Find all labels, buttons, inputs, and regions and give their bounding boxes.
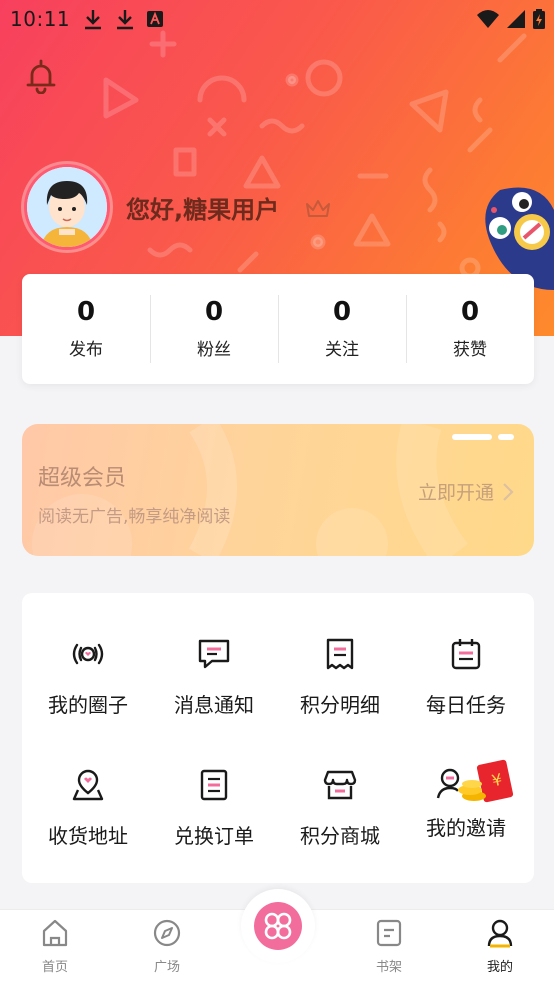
carousel-indicator bbox=[452, 434, 514, 440]
battery-charging-icon bbox=[533, 9, 545, 29]
tab-label: 广场 bbox=[153, 960, 180, 975]
stat-value: 0 bbox=[204, 297, 224, 327]
stat-label: 获赞 bbox=[453, 340, 487, 360]
stat-following[interactable]: 0 关注 bbox=[278, 295, 406, 363]
vip-title: 超级会员 bbox=[38, 466, 127, 491]
stat-likes[interactable]: 0 获赞 bbox=[406, 295, 534, 363]
menu-label: 积分明细 bbox=[300, 693, 380, 717]
profile-icon bbox=[487, 919, 513, 948]
message-icon bbox=[198, 639, 230, 669]
menu-item-notifications[interactable]: 消息通知 bbox=[150, 637, 278, 737]
app-notification-icon bbox=[147, 11, 163, 27]
stat-value: 0 bbox=[460, 297, 480, 327]
user-avatar[interactable] bbox=[24, 164, 110, 250]
menu-item-daily-tasks[interactable]: 每日任务 bbox=[402, 637, 530, 737]
store-icon bbox=[323, 770, 357, 800]
stat-posts[interactable]: 0 发布 bbox=[22, 295, 150, 363]
tab-mine[interactable]: 我的 bbox=[460, 918, 540, 975]
center-app-background bbox=[254, 902, 302, 950]
location-icon bbox=[72, 769, 104, 801]
tab-label: 我的 bbox=[486, 960, 513, 975]
stat-value: 0 bbox=[332, 297, 352, 327]
avatar-illustration bbox=[27, 167, 107, 247]
center-app-button[interactable] bbox=[241, 889, 315, 963]
compass-icon bbox=[153, 919, 181, 947]
menu-label: 我的圈子 bbox=[48, 693, 128, 717]
vip-open-label: 立即开通 bbox=[417, 482, 494, 504]
wifi-icon bbox=[477, 10, 499, 28]
menu-label: 我的邀请 bbox=[426, 816, 506, 840]
menu-item-shipping-address[interactable]: 收货地址 bbox=[24, 768, 152, 868]
menu-label: 兑换订单 bbox=[174, 824, 254, 848]
download-icon bbox=[117, 10, 133, 30]
circle-broadcast-icon bbox=[72, 643, 104, 665]
menu-item-my-circle[interactable]: 我的圈子 bbox=[24, 637, 152, 737]
menu-label: 每日任务 bbox=[426, 693, 506, 717]
center-app-icon bbox=[264, 912, 292, 940]
order-icon bbox=[200, 769, 228, 801]
stat-fans[interactable]: 0 粉丝 bbox=[150, 295, 278, 363]
menu-label: 消息通知 bbox=[174, 693, 254, 717]
feature-menu: 我的圈子 消息通知 积分明细 每日任务 收货地址 兑换订单 积分商城 ¥ 我的邀… bbox=[22, 593, 534, 883]
invite-icon: ¥ bbox=[436, 759, 514, 803]
stat-label: 粉丝 bbox=[197, 340, 231, 360]
signal-icon bbox=[507, 10, 525, 28]
tab-home[interactable]: 首页 bbox=[15, 918, 95, 975]
stats-card: 0 发布 0 粉丝 0 关注 0 获赞 bbox=[22, 274, 534, 384]
vip-open-button[interactable]: 立即开通 bbox=[418, 478, 514, 505]
status-time: 10:11 bbox=[10, 7, 71, 31]
download-icon bbox=[85, 10, 101, 30]
status-bar: 10:11 bbox=[0, 0, 554, 38]
crown-icon[interactable] bbox=[304, 196, 332, 220]
vip-banner[interactable]: 超级会员 阅读无广告,畅享纯净阅读 立即开通 bbox=[22, 424, 534, 556]
user-greeting: 您好,糖果用户 bbox=[126, 196, 280, 224]
notification-bell-icon[interactable] bbox=[24, 58, 58, 94]
menu-item-points-detail[interactable]: 积分明细 bbox=[276, 637, 404, 737]
menu-label: 收货地址 bbox=[48, 824, 128, 848]
tab-label: 首页 bbox=[41, 960, 68, 975]
tab-square[interactable]: 广场 bbox=[127, 918, 207, 975]
home-icon bbox=[42, 919, 68, 947]
bookshelf-icon bbox=[376, 919, 402, 947]
status-notifications bbox=[82, 8, 164, 30]
tab-bookshelf[interactable]: 书架 bbox=[349, 918, 429, 975]
calendar-icon bbox=[451, 639, 481, 670]
vip-subtitle: 阅读无广告,畅享纯净阅读 bbox=[38, 507, 231, 527]
menu-item-my-invitations[interactable]: ¥ 我的邀请 bbox=[402, 759, 530, 868]
menu-item-points-mall[interactable]: 积分商城 bbox=[276, 768, 404, 868]
menu-item-exchange-orders[interactable]: 兑换订单 bbox=[150, 768, 278, 868]
chevron-right-icon bbox=[503, 482, 514, 501]
menu-label: 积分商城 bbox=[300, 824, 380, 848]
stat-label: 发布 bbox=[69, 340, 103, 360]
receipt-icon bbox=[326, 638, 354, 670]
stat-value: 0 bbox=[76, 297, 96, 327]
status-system-icons bbox=[476, 8, 546, 30]
tab-label: 书架 bbox=[375, 960, 402, 975]
stat-label: 关注 bbox=[325, 340, 359, 360]
